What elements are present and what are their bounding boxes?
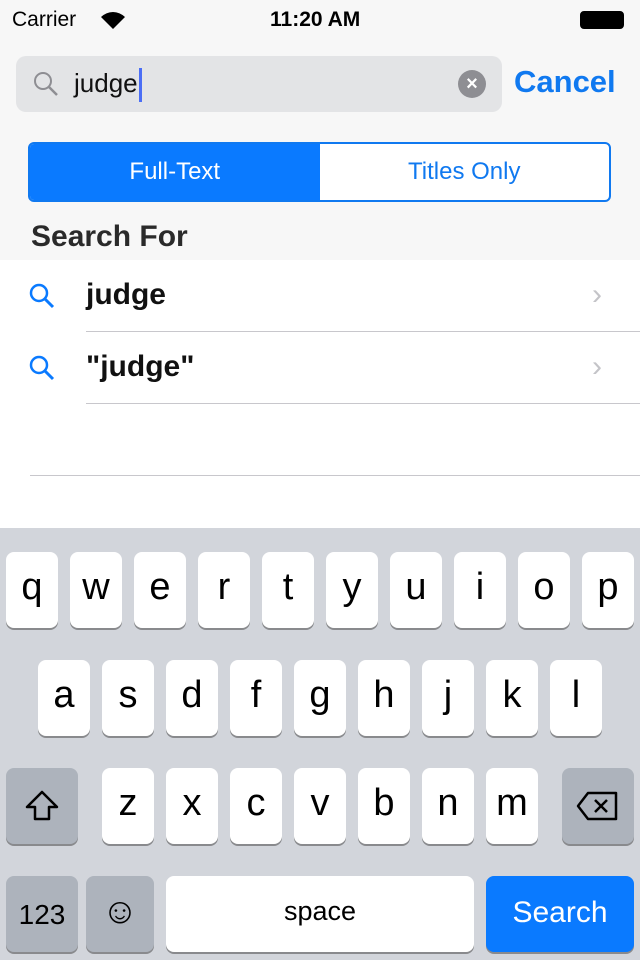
search-query[interactable]: judge [74, 68, 142, 103]
key-t[interactable]: t [262, 552, 314, 628]
segment-titles-only[interactable]: Titles Only [320, 144, 610, 200]
search-icon [29, 283, 55, 309]
search-icon [34, 72, 58, 96]
segment-full-text[interactable]: Full-Text [30, 144, 320, 200]
chevron-right-icon: › [592, 350, 602, 383]
cancel-button[interactable]: Cancel [514, 64, 616, 100]
battery-icon [580, 11, 624, 29]
shift-icon [25, 790, 59, 821]
divider [30, 475, 640, 476]
backspace-key[interactable] [562, 768, 634, 844]
key-q[interactable]: q [6, 552, 58, 628]
key-k[interactable]: k [486, 660, 538, 736]
search-icon [29, 355, 55, 381]
key-d[interactable]: d [166, 660, 218, 736]
key-c[interactable]: c [230, 768, 282, 844]
search-input[interactable]: judge × [16, 56, 502, 112]
list-item[interactable]: "judge" › [0, 332, 640, 404]
numbers-key[interactable]: 123 [6, 876, 78, 952]
key-g[interactable]: g [294, 660, 346, 736]
key-h[interactable]: h [358, 660, 410, 736]
key-i[interactable]: i [454, 552, 506, 628]
emoji-icon: ☺ [101, 890, 139, 931]
key-p[interactable]: p [582, 552, 634, 628]
list-item[interactable]: judge › [0, 260, 640, 332]
carrier-label: Carrier [12, 8, 77, 31]
clear-icon[interactable]: × [458, 70, 486, 98]
backspace-icon [576, 791, 618, 821]
divider [86, 403, 640, 404]
key-u[interactable]: u [390, 552, 442, 628]
wifi-icon [101, 12, 125, 29]
key-j[interactable]: j [422, 660, 474, 736]
key-f[interactable]: f [230, 660, 282, 736]
key-v[interactable]: v [294, 768, 346, 844]
section-header: Search For [31, 220, 188, 253]
key-n[interactable]: n [422, 768, 474, 844]
key-m[interactable]: m [486, 768, 538, 844]
key-y[interactable]: y [326, 552, 378, 628]
key-z[interactable]: z [102, 768, 154, 844]
key-r[interactable]: r [198, 552, 250, 628]
key-b[interactable]: b [358, 768, 410, 844]
key-x[interactable]: x [166, 768, 218, 844]
key-e[interactable]: e [134, 552, 186, 628]
search-key[interactable]: Search [486, 876, 634, 952]
chevron-right-icon: › [592, 278, 602, 311]
suggestion-list: judge › "judge" › [0, 260, 640, 528]
key-o[interactable]: o [518, 552, 570, 628]
shift-key[interactable] [6, 768, 78, 844]
keyboard: 123 ☺ space Search qwertyuiop asdfghjkl zx… [0, 528, 640, 960]
suggestion-text: judge [86, 278, 166, 311]
status-bar: Carrier 11:20 AM [0, 0, 640, 40]
key-l[interactable]: l [550, 660, 602, 736]
emoji-key[interactable]: ☺ [86, 876, 154, 952]
suggestion-text: "judge" [86, 350, 195, 383]
clock: 11:20 AM [270, 8, 361, 31]
key-a[interactable]: a [38, 660, 90, 736]
space-key[interactable]: space [166, 876, 474, 952]
key-w[interactable]: w [70, 552, 122, 628]
key-s[interactable]: s [102, 660, 154, 736]
scope-segmented-control: Full-Text Titles Only [28, 142, 611, 202]
